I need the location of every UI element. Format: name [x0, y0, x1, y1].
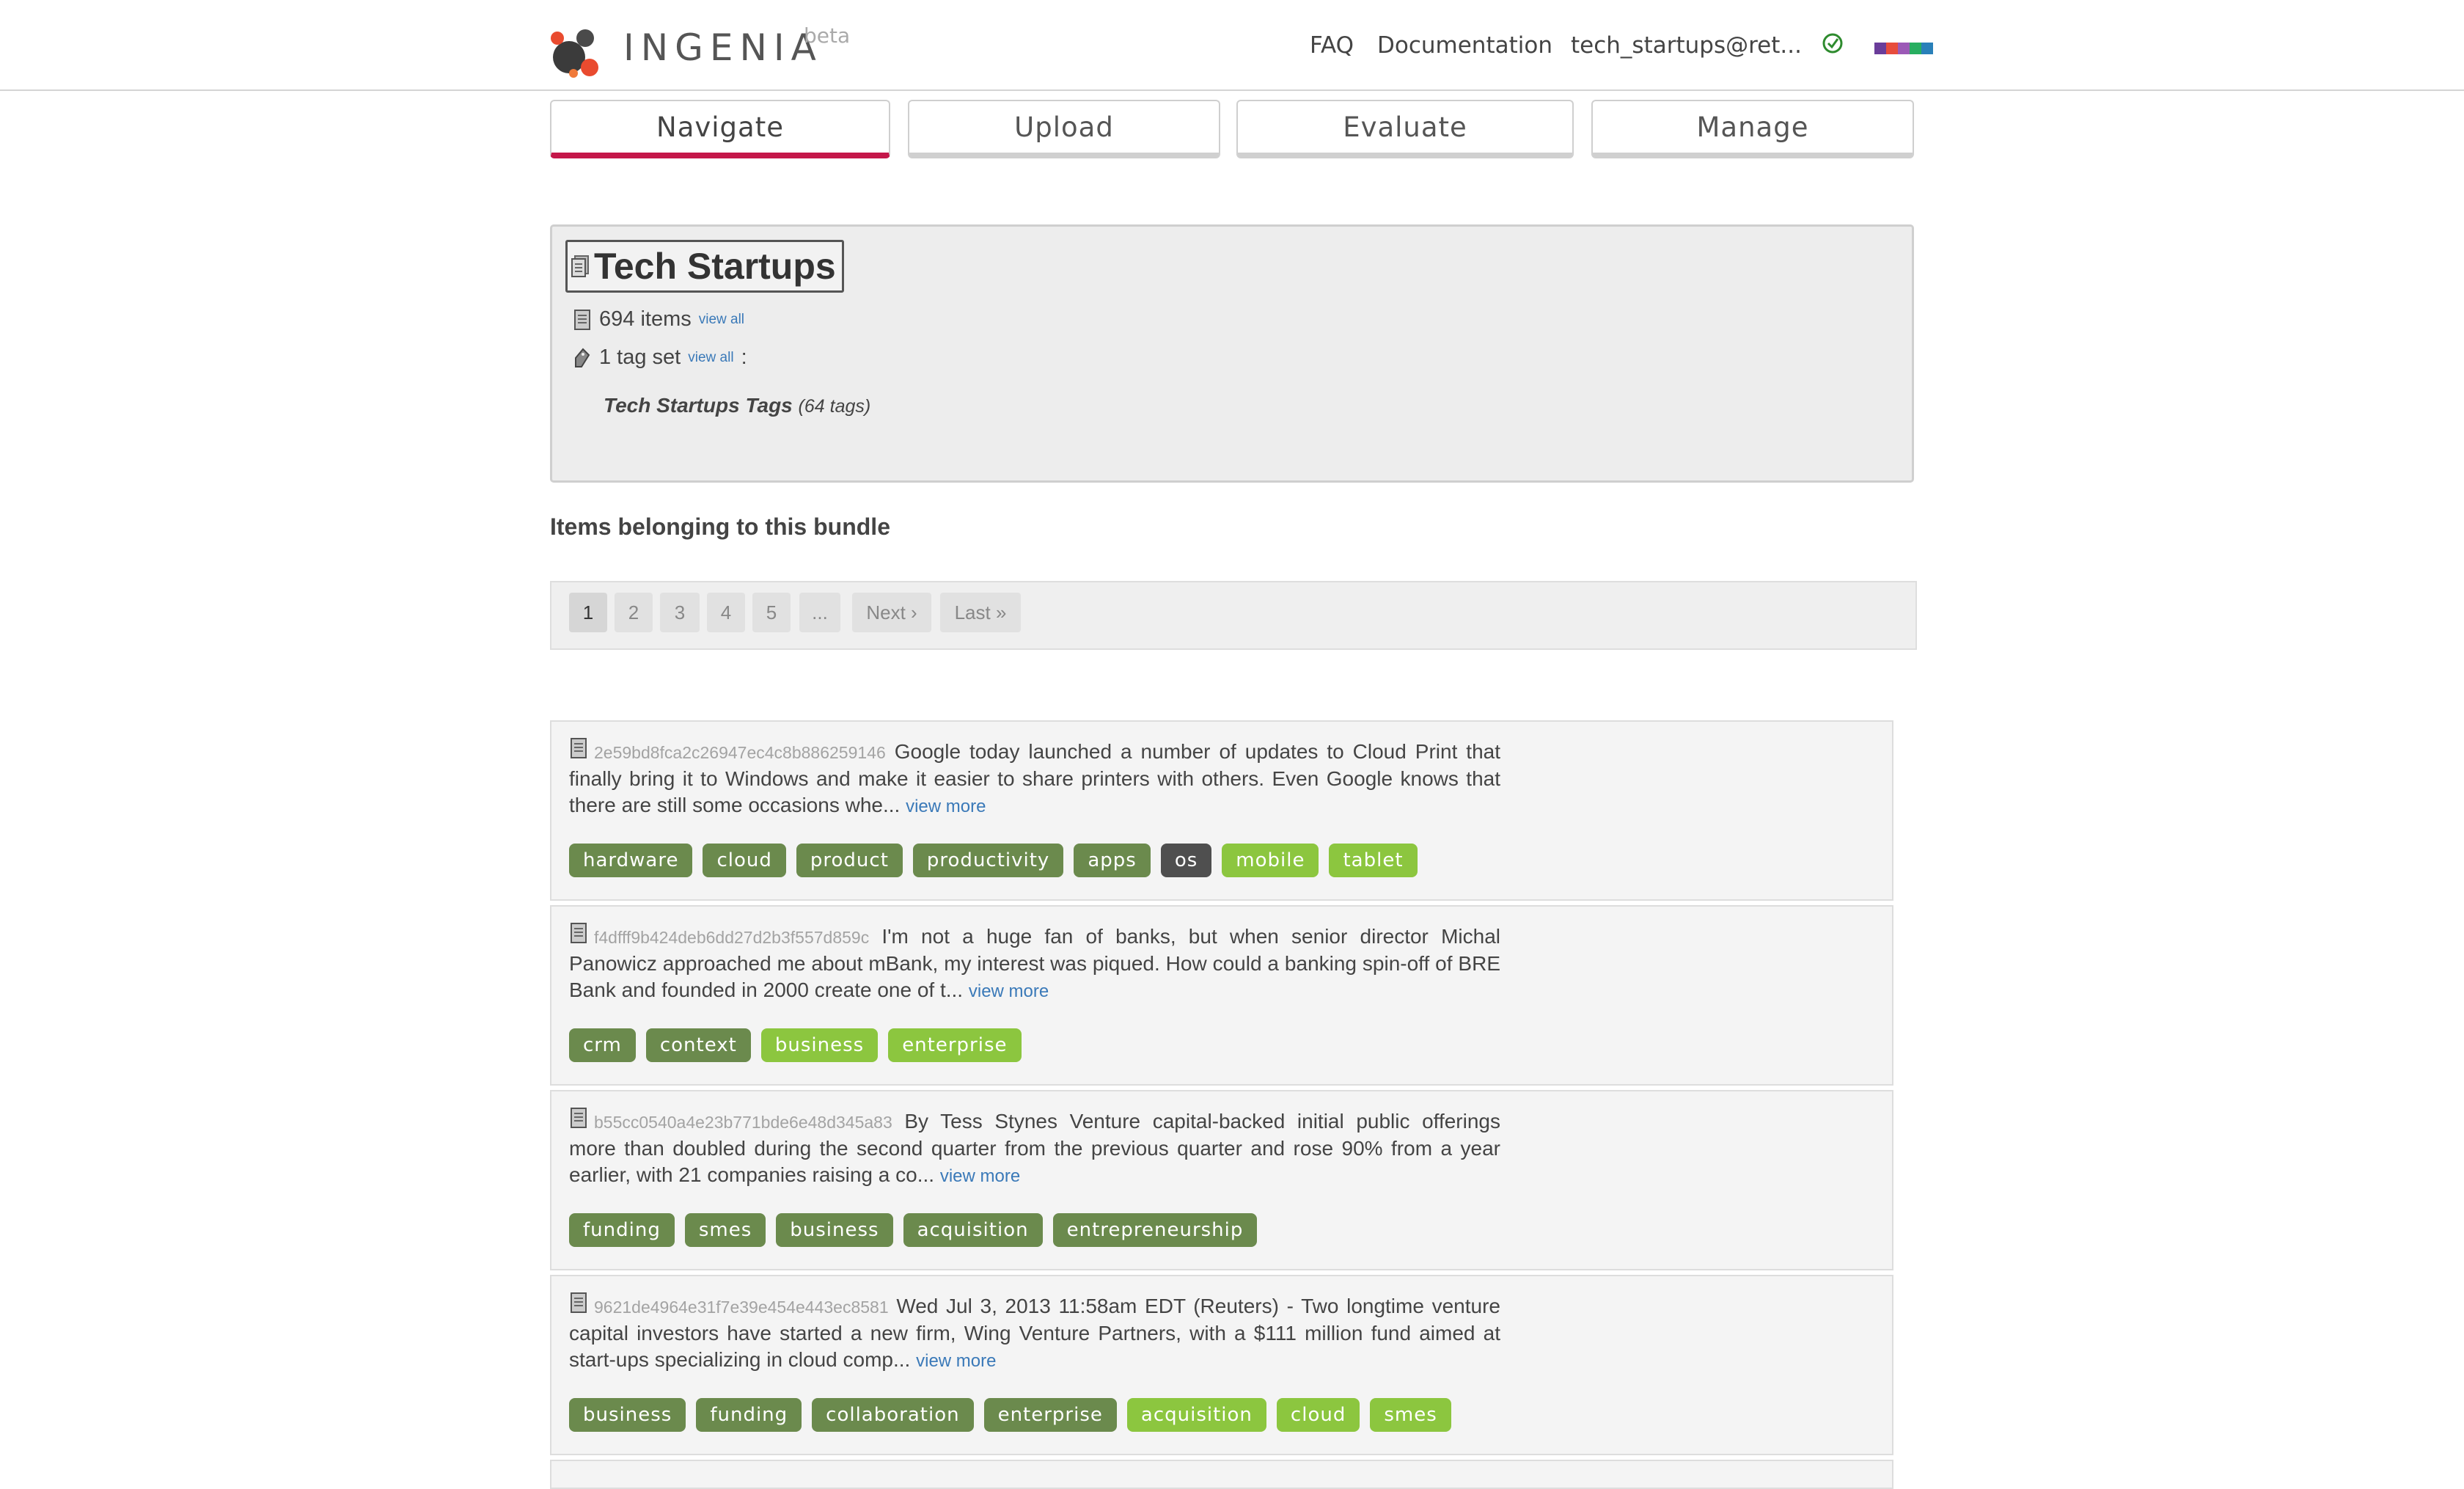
tag-icon — [575, 348, 590, 367]
tag-chip[interactable]: mobile — [1222, 844, 1319, 877]
item-card: b55cc0540a4e23b771bde6e48d345a83 By Tess… — [550, 1090, 1893, 1270]
tag-chip[interactable]: acquisition — [1126, 1398, 1266, 1432]
items-count: 694 items — [599, 307, 692, 331]
next-page-button[interactable]: Next › — [852, 593, 931, 632]
view-more-link[interactable]: view more — [906, 797, 986, 816]
item-card: 9621de4964e31f7e39e454e443ec8581 Wed Jul… — [550, 1275, 1893, 1455]
user-account-link[interactable]: tech_startups@ret... — [1571, 32, 1802, 59]
palette-swatch — [1874, 43, 1886, 54]
palette-swatch — [1910, 43, 1921, 54]
page-5-button[interactable]: 5 — [752, 593, 791, 632]
tag-chip[interactable]: collaboration — [812, 1398, 974, 1432]
documentation-link[interactable]: Documentation — [1377, 32, 1552, 59]
bundle-tagsets-line: 1 tag set view all : — [573, 345, 747, 370]
tag-chip[interactable]: smes — [684, 1213, 766, 1247]
document-icon — [571, 738, 587, 758]
top-navbar: INGENIA beta FAQ Documentation tech_star… — [0, 0, 2464, 91]
page-2-button[interactable]: 2 — [615, 593, 653, 632]
view-more-link[interactable]: view more — [940, 1166, 1020, 1186]
beta-label: beta — [804, 23, 851, 48]
tab-manage[interactable]: Manage — [1591, 100, 1914, 158]
item-card — [550, 1460, 1893, 1489]
view-all-tagsets-link[interactable]: view all — [688, 350, 733, 366]
tag-chip[interactable]: business — [776, 1213, 893, 1247]
bundle-title[interactable]: Tech Startups — [565, 240, 844, 293]
item-card: 2e59bd8fca2c26947ec4c8b886259146 Google … — [550, 720, 1893, 901]
palette-swatch — [1921, 43, 1933, 54]
page-ellipsis: ... — [799, 593, 840, 632]
item-tags: crm context business enterprise — [569, 1028, 1022, 1062]
page-1-button[interactable]: 1 — [569, 593, 607, 632]
tab-upload[interactable]: Upload — [908, 100, 1220, 158]
tag-chip[interactable]: productivity — [912, 844, 1064, 877]
bundle-title-text: Tech Startups — [594, 246, 836, 287]
tag-chip[interactable]: smes — [1370, 1398, 1451, 1432]
item-card: f4dfff9b424deb6dd27d2b3f557d859c I'm not… — [550, 905, 1893, 1086]
tag-chip[interactable]: business — [569, 1398, 686, 1432]
view-more-link[interactable]: view more — [916, 1351, 996, 1371]
tag-chip[interactable]: tablet — [1329, 844, 1418, 877]
item-id[interactable]: 2e59bd8fca2c26947ec4c8b886259146 — [594, 743, 886, 762]
tag-chip[interactable]: entrepreneurship — [1052, 1213, 1258, 1247]
tab-evaluate[interactable]: Evaluate — [1236, 100, 1574, 158]
tab-navigate[interactable]: Navigate — [550, 100, 890, 158]
tag-chip[interactable]: cloud — [1276, 1398, 1360, 1432]
tag-chip[interactable]: enterprise — [888, 1028, 1022, 1062]
tagset-tag-count: (64 tags) — [798, 396, 871, 417]
item-text-block: b55cc0540a4e23b771bde6e48d345a83 By Tess… — [569, 1106, 1500, 1190]
tag-chip[interactable]: business — [760, 1028, 879, 1062]
item-id[interactable]: 9621de4964e31f7e39e454e443ec8581 — [594, 1298, 889, 1317]
palette-swatch — [1898, 43, 1910, 54]
tag-chip[interactable]: os — [1160, 844, 1212, 877]
page-4-button[interactable]: 4 — [707, 593, 745, 632]
tag-chip[interactable]: funding — [696, 1398, 802, 1432]
color-palette-icon[interactable] — [1874, 43, 1933, 54]
bundle-items-line: 694 items view all — [573, 307, 744, 332]
document-icon — [574, 309, 590, 330]
page-3-button[interactable]: 3 — [660, 593, 700, 632]
check-circle-icon[interactable] — [1822, 32, 1844, 54]
tag-chip[interactable]: cloud — [703, 844, 786, 877]
faq-link[interactable]: FAQ — [1310, 32, 1354, 59]
pagination-bar: 1 2 3 4 5 ... Next › Last » — [550, 581, 1917, 650]
item-text-block: f4dfff9b424deb6dd27d2b3f557d859c I'm not… — [569, 921, 1500, 1005]
tag-chip[interactable]: apps — [1074, 844, 1151, 877]
view-all-items-link[interactable]: view all — [699, 312, 744, 328]
bundle-icon — [571, 255, 589, 277]
item-text-block: 9621de4964e31f7e39e454e443ec8581 Wed Jul… — [569, 1291, 1500, 1375]
tagsets-count: 1 tag set — [599, 345, 681, 369]
item-id[interactable]: f4dfff9b424deb6dd27d2b3f557d859c — [594, 928, 869, 947]
document-icon — [571, 1292, 587, 1313]
tag-chip[interactable]: enterprise — [983, 1398, 1117, 1432]
item-tags: funding smes business acquisition entreprene… — [569, 1213, 1258, 1247]
tagsets-colon: : — [741, 345, 747, 369]
tag-chip[interactable]: crm — [569, 1028, 636, 1062]
tag-chip[interactable]: product — [796, 844, 903, 877]
tagset-entry[interactable]: Tech Startups Tags (64 tags) — [604, 394, 870, 417]
document-icon — [571, 923, 587, 943]
bundle-panel: Tech Startups 694 items view all 1 tag s… — [550, 224, 1914, 483]
palette-swatch — [1886, 43, 1898, 54]
document-icon — [571, 1108, 587, 1128]
section-title: Items belonging to this bundle — [550, 513, 890, 540]
brand-name[interactable]: INGENIA — [623, 26, 823, 69]
ingenia-logo-icon[interactable] — [547, 22, 613, 81]
tag-chip[interactable]: acquisition — [903, 1213, 1043, 1247]
tagset-name: Tech Startups Tags — [604, 394, 793, 417]
tag-chip[interactable]: hardware — [569, 844, 693, 877]
view-more-link[interactable]: view more — [969, 981, 1049, 1001]
tag-chip[interactable]: funding — [569, 1213, 675, 1247]
item-tags: hardware cloud product productivity apps os mo… — [569, 844, 1418, 877]
last-page-button[interactable]: Last » — [940, 593, 1021, 632]
item-text-block: 2e59bd8fca2c26947ec4c8b886259146 Google … — [569, 736, 1500, 820]
item-id[interactable]: b55cc0540a4e23b771bde6e48d345a83 — [594, 1113, 892, 1132]
item-tags: business funding collaboration enterprise ac… — [569, 1398, 1451, 1432]
tag-chip[interactable]: context — [645, 1028, 751, 1062]
